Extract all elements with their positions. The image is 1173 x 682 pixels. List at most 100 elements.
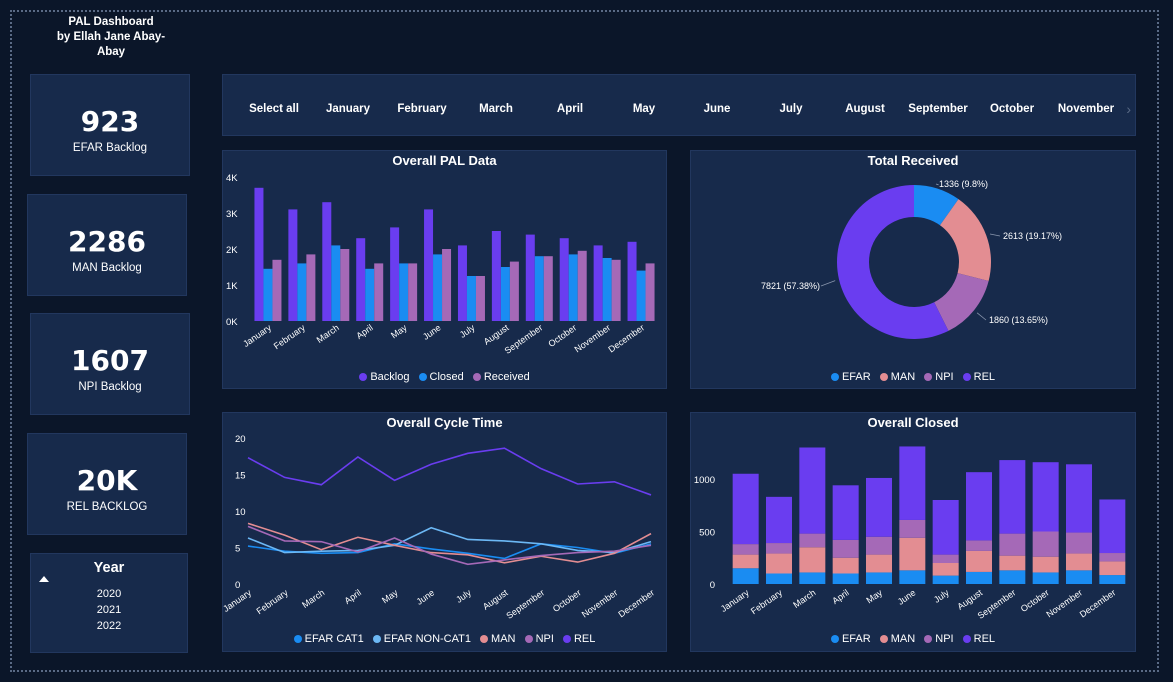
stacked-bar-efar (999, 570, 1026, 584)
slicer-item-october[interactable]: October (990, 103, 1034, 115)
legend-dot (879, 373, 888, 382)
stacked-bar-rel (932, 500, 959, 555)
legend-dot (472, 373, 481, 382)
bar-backlog (457, 245, 467, 321)
stacked-bar-man (1099, 561, 1126, 576)
x-tick-label: June (896, 587, 918, 606)
legend-dot (924, 635, 933, 644)
legend-item-backlog[interactable]: Backlog (359, 371, 409, 383)
stacked-bar-efar (899, 570, 926, 584)
slicer-item-april[interactable]: April (557, 103, 583, 115)
legend-dot (372, 635, 381, 644)
stacked-bar-efar (866, 572, 892, 584)
y-tick-label: 15 (235, 471, 246, 482)
bar-received (475, 276, 485, 321)
x-tick-label: December (1078, 587, 1118, 619)
kpi-card-npi: 1607 NPI Backlog (30, 313, 190, 415)
legend-label: NPI (935, 371, 954, 383)
legend-label: Closed (429, 371, 464, 383)
legend-item-efar-non-cat1[interactable]: EFAR NON-CAT1 (372, 633, 471, 645)
stacked-bar-efar (1032, 572, 1059, 584)
line-rel (247, 447, 652, 496)
stacked-bar-npi (999, 533, 1026, 556)
legend-dot (830, 635, 839, 644)
legend-label: NPI (535, 633, 554, 645)
x-tick-label: March (315, 322, 341, 345)
stacked-bar-efar (966, 571, 992, 584)
stacked-bar-rel (1066, 464, 1092, 533)
legend-label: REL (973, 371, 996, 383)
legend-item-rel[interactable]: REL (562, 633, 595, 645)
legend-item-received[interactable]: Received (472, 371, 530, 383)
legend-item-efar[interactable]: EFAR (830, 633, 871, 645)
stacked-bar-npi (932, 554, 959, 563)
slicer-item-november[interactable]: November (1058, 103, 1114, 115)
stacked-bar-efar (1066, 570, 1092, 584)
slicer-item-june[interactable]: June (704, 103, 731, 115)
legend-item-rel[interactable]: REL (962, 633, 995, 645)
year-option-2020[interactable]: 2020 (31, 588, 187, 600)
author-text: by Ellah Jane Abay-Abay (56, 31, 166, 58)
slicer-item-march[interactable]: March (479, 103, 513, 115)
x-tick-label: August (481, 587, 510, 612)
stacked-bar-man (866, 554, 892, 573)
bar-received (306, 254, 316, 321)
bar-received (577, 250, 587, 321)
x-tick-label: May (864, 587, 884, 605)
x-tick-label: August (955, 587, 984, 612)
stacked-bar-rel (999, 460, 1026, 534)
legend-item-npi[interactable]: NPI (924, 371, 954, 383)
legend-item-efar[interactable]: EFAR (830, 371, 871, 383)
x-tick-label: November (1044, 587, 1084, 619)
slicer-item-july[interactable]: July (779, 103, 802, 115)
stacked-bar-efar (932, 575, 959, 584)
slicer-item-may[interactable]: May (633, 103, 655, 115)
bar-closed (534, 256, 544, 321)
legend-item-closed[interactable]: Closed (418, 371, 464, 383)
x-tick-label: May (380, 587, 400, 605)
caret-up-icon[interactable] (39, 576, 49, 582)
legend-label: EFAR NON-CAT1 (383, 633, 471, 645)
chevron-right-icon[interactable]: › (1126, 101, 1131, 117)
stacked-bar-npi (866, 536, 892, 555)
data-label: 7821 (57.38%) (761, 281, 820, 291)
legend-item-npi[interactable]: NPI (924, 633, 954, 645)
x-tick-label: April (830, 587, 850, 606)
legend-item-man[interactable]: MAN (879, 633, 916, 645)
data-label: 1860 (13.65%) (989, 315, 1048, 325)
legend-item-npi[interactable]: NPI (524, 633, 554, 645)
stacked-bar-efar (732, 568, 759, 584)
bar-closed (500, 267, 510, 321)
legend-item-man[interactable]: MAN (480, 633, 516, 645)
legend-dot (293, 635, 302, 644)
legend-item-efar-cat1[interactable]: EFAR CAT1 (293, 633, 364, 645)
year-option-2022[interactable]: 2022 (31, 620, 187, 632)
dashboard-title: PAL Dashboard by Ellah Jane Abay-Abay (46, 15, 176, 60)
chart-legend: EFAR MAN NPI REL (691, 371, 1135, 383)
slicer-item-select-all[interactable]: Select all (249, 103, 299, 115)
x-tick-label: December (616, 587, 656, 619)
x-tick-label: July (454, 587, 473, 605)
bar-closed (263, 268, 273, 321)
legend-dot (480, 635, 489, 644)
y-tick-label: 10 (235, 507, 246, 518)
x-tick-label: March (791, 587, 817, 610)
legend-label: MAN (890, 633, 916, 645)
bar-backlog (525, 234, 535, 321)
bar-closed (331, 245, 341, 321)
slicer-item-january[interactable]: January (326, 103, 370, 115)
stacked-bar-man (832, 557, 859, 574)
slicer-item-august[interactable]: August (845, 103, 885, 115)
slicer-item-september[interactable]: September (908, 103, 967, 115)
legend-dot (418, 373, 427, 382)
stacked-bar-rel (1032, 462, 1059, 532)
bar-backlog (356, 238, 366, 321)
year-option-2021[interactable]: 2021 (31, 604, 187, 616)
data-label: 1336 (9.8%) (939, 179, 988, 189)
bar-backlog (424, 209, 434, 321)
stacked-bar-man (932, 563, 959, 576)
x-tick-label: April (343, 587, 363, 606)
legend-item-man[interactable]: MAN (879, 371, 915, 383)
legend-item-rel[interactable]: REL (962, 371, 996, 383)
slicer-item-february[interactable]: February (397, 103, 446, 115)
